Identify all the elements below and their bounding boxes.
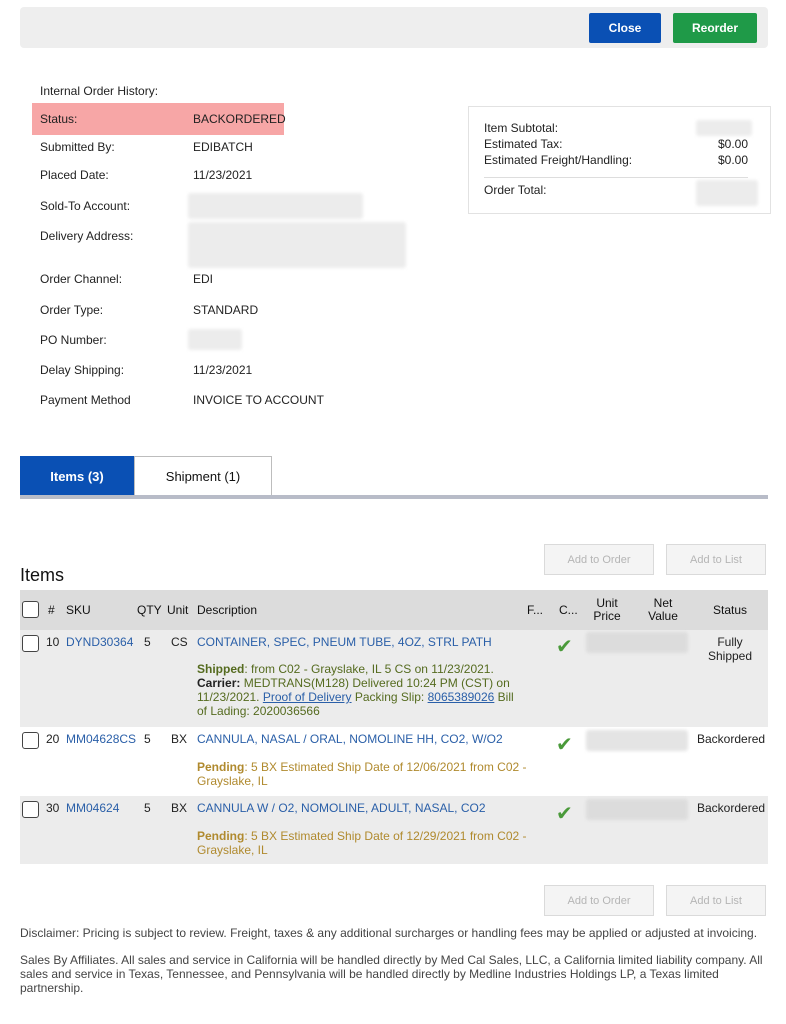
- add-to-list-button-bottom[interactable]: Add to List: [666, 885, 766, 916]
- row-description-link[interactable]: CANNULA, NASAL / ORAL, NOMOLINE HH, CO2,…: [197, 732, 503, 746]
- placed-date-label: Placed Date:: [40, 168, 109, 182]
- status-label: Status:: [40, 112, 78, 126]
- table-row: 10 DYND30364 5 CS CONTAINER, SPEC, PNEUM…: [20, 630, 768, 727]
- sold-to-account-redacted: [188, 193, 363, 219]
- add-to-order-button-top[interactable]: Add to Order: [544, 544, 654, 575]
- row-qty: 5: [144, 732, 151, 746]
- row-checkbox[interactable]: [22, 732, 39, 749]
- status-value: BACKORDERED: [193, 112, 286, 126]
- check-icon: ✔: [556, 734, 573, 756]
- placed-date-value: 11/23/2021: [193, 168, 253, 182]
- items-table-header: # SKU QTY Unit Description F... C... Uni…: [20, 590, 768, 630]
- packing-slip-link[interactable]: 8065389026: [428, 690, 495, 704]
- row-num: 30: [46, 801, 60, 815]
- shipment-note: Shipped: from C02 - Grayslake, IL 5 CS o…: [197, 662, 527, 718]
- payment-method-value: INVOICE TO ACCOUNT: [193, 393, 324, 407]
- row-price-redacted: [586, 799, 688, 820]
- table-row: 30 MM04624 5 BX CANNULA W / O2, NOMOLINE…: [20, 796, 768, 864]
- pending-text: : 5 BX Estimated Ship Date of 12/29/2021…: [197, 829, 527, 857]
- pending-label: Pending: [197, 760, 245, 774]
- order-summary: Item Subtotal: Estimated Tax: $0.00 Esti…: [468, 106, 771, 214]
- row-sku-link[interactable]: MM04628CS: [66, 732, 136, 746]
- pending-note: Pending: 5 BX Estimated Ship Date of 12/…: [197, 760, 527, 788]
- order-type-label: Order Type:: [40, 303, 104, 317]
- order-history-title: Internal Order History:: [40, 84, 159, 98]
- check-icon: ✔: [556, 803, 573, 825]
- row-status: Fully Shipped: [707, 635, 753, 663]
- carrier-label: Carrier:: [197, 676, 241, 690]
- add-to-order-button-bottom[interactable]: Add to Order: [544, 885, 654, 916]
- shipped-text: : from C02 - Grayslake, IL 5 CS on 11/23…: [244, 662, 494, 676]
- delivery-address-label: Delivery Address:: [40, 229, 134, 243]
- tab-shipment[interactable]: Shipment (1): [134, 456, 272, 496]
- check-icon: ✔: [556, 636, 573, 658]
- submitted-by-label: Submitted By:: [40, 140, 115, 154]
- order-type-value: STANDARD: [193, 303, 259, 317]
- shipped-label: Shipped: [197, 662, 245, 676]
- row-status: Backordered: [697, 732, 766, 746]
- delivery-address-redacted: [188, 222, 406, 268]
- header-sku[interactable]: SKU: [66, 590, 91, 630]
- header-c[interactable]: C...: [559, 590, 578, 630]
- row-sku-link[interactable]: DYND30364: [66, 635, 133, 649]
- order-total-label: Order Total:: [484, 183, 547, 197]
- freight-value: $0.00: [717, 153, 748, 167]
- estimated-tax-label: Estimated Tax:: [484, 137, 563, 151]
- sold-to-account-label: Sold-To Account:: [40, 199, 131, 213]
- order-total-redacted: [696, 180, 758, 206]
- po-number-label: PO Number:: [40, 333, 107, 347]
- pricing-disclaimer: Disclaimer: Pricing is subject to review…: [20, 926, 758, 940]
- proof-of-delivery-link[interactable]: Proof of Delivery: [263, 690, 352, 704]
- row-checkbox[interactable]: [22, 801, 39, 818]
- po-number-redacted: [188, 329, 242, 350]
- row-unit: BX: [171, 801, 188, 815]
- row-unit: CS: [171, 635, 188, 649]
- tab-underline: [20, 495, 768, 499]
- table-row: 20 MM04628CS 5 BX CANNULA, NASAL / ORAL,…: [20, 727, 768, 796]
- pending-label: Pending: [197, 829, 245, 843]
- row-unit: BX: [171, 732, 188, 746]
- pending-text: : 5 BX Estimated Ship Date of 12/06/2021…: [197, 760, 527, 788]
- header-unit-price[interactable]: Unit Price: [586, 590, 628, 630]
- row-num: 20: [46, 732, 60, 746]
- header-description[interactable]: Description: [197, 590, 257, 630]
- row-status: Backordered: [697, 801, 766, 815]
- row-sku-link[interactable]: MM04624: [66, 801, 119, 815]
- row-description-link[interactable]: CANNULA W / O2, NOMOLINE, ADULT, NASAL, …: [197, 801, 486, 815]
- row-qty: 5: [144, 801, 151, 815]
- row-price-redacted: [586, 730, 688, 751]
- close-button[interactable]: Close: [589, 13, 661, 43]
- row-qty: 5: [144, 635, 151, 649]
- submitted-by-value: EDIBATCH: [193, 140, 253, 154]
- packing-slip-label: Packing Slip:: [351, 690, 428, 704]
- payment-method-label: Payment Method: [40, 393, 131, 407]
- delay-shipping-value: 11/23/2021: [193, 363, 253, 377]
- items-heading: Items: [20, 565, 65, 585]
- item-subtotal-label: Item Subtotal:: [484, 121, 559, 135]
- header-unit[interactable]: Unit: [167, 590, 188, 630]
- select-all-checkbox[interactable]: [22, 601, 39, 618]
- reorder-button[interactable]: Reorder: [673, 13, 757, 43]
- order-channel-label: Order Channel:: [40, 272, 123, 286]
- header-net-value[interactable]: Net Value: [640, 590, 686, 630]
- header-num: #: [48, 603, 55, 617]
- row-num: 10: [46, 635, 60, 649]
- affiliates-notice: Sales By Affiliates. All sales and servi…: [20, 953, 763, 995]
- header-qty[interactable]: QTY: [137, 590, 162, 630]
- pending-note: Pending: 5 BX Estimated Ship Date of 12/…: [197, 829, 527, 857]
- freight-label: Estimated Freight/Handling:: [484, 153, 633, 167]
- header-status[interactable]: Status: [713, 590, 747, 630]
- estimated-tax-value: $0.00: [717, 137, 748, 151]
- row-description-link[interactable]: CONTAINER, SPEC, PNEUM TUBE, 4OZ, STRL P…: [197, 635, 492, 649]
- summary-divider: [484, 177, 748, 178]
- row-price-redacted: [586, 632, 688, 653]
- tab-items[interactable]: Items (3): [20, 456, 134, 496]
- add-to-list-button-top[interactable]: Add to List: [666, 544, 766, 575]
- header-f[interactable]: F...: [527, 590, 543, 630]
- order-channel-value: EDI: [193, 272, 214, 286]
- delay-shipping-label: Delay Shipping:: [40, 363, 125, 377]
- item-subtotal-redacted: [696, 120, 752, 136]
- row-checkbox[interactable]: [22, 635, 39, 652]
